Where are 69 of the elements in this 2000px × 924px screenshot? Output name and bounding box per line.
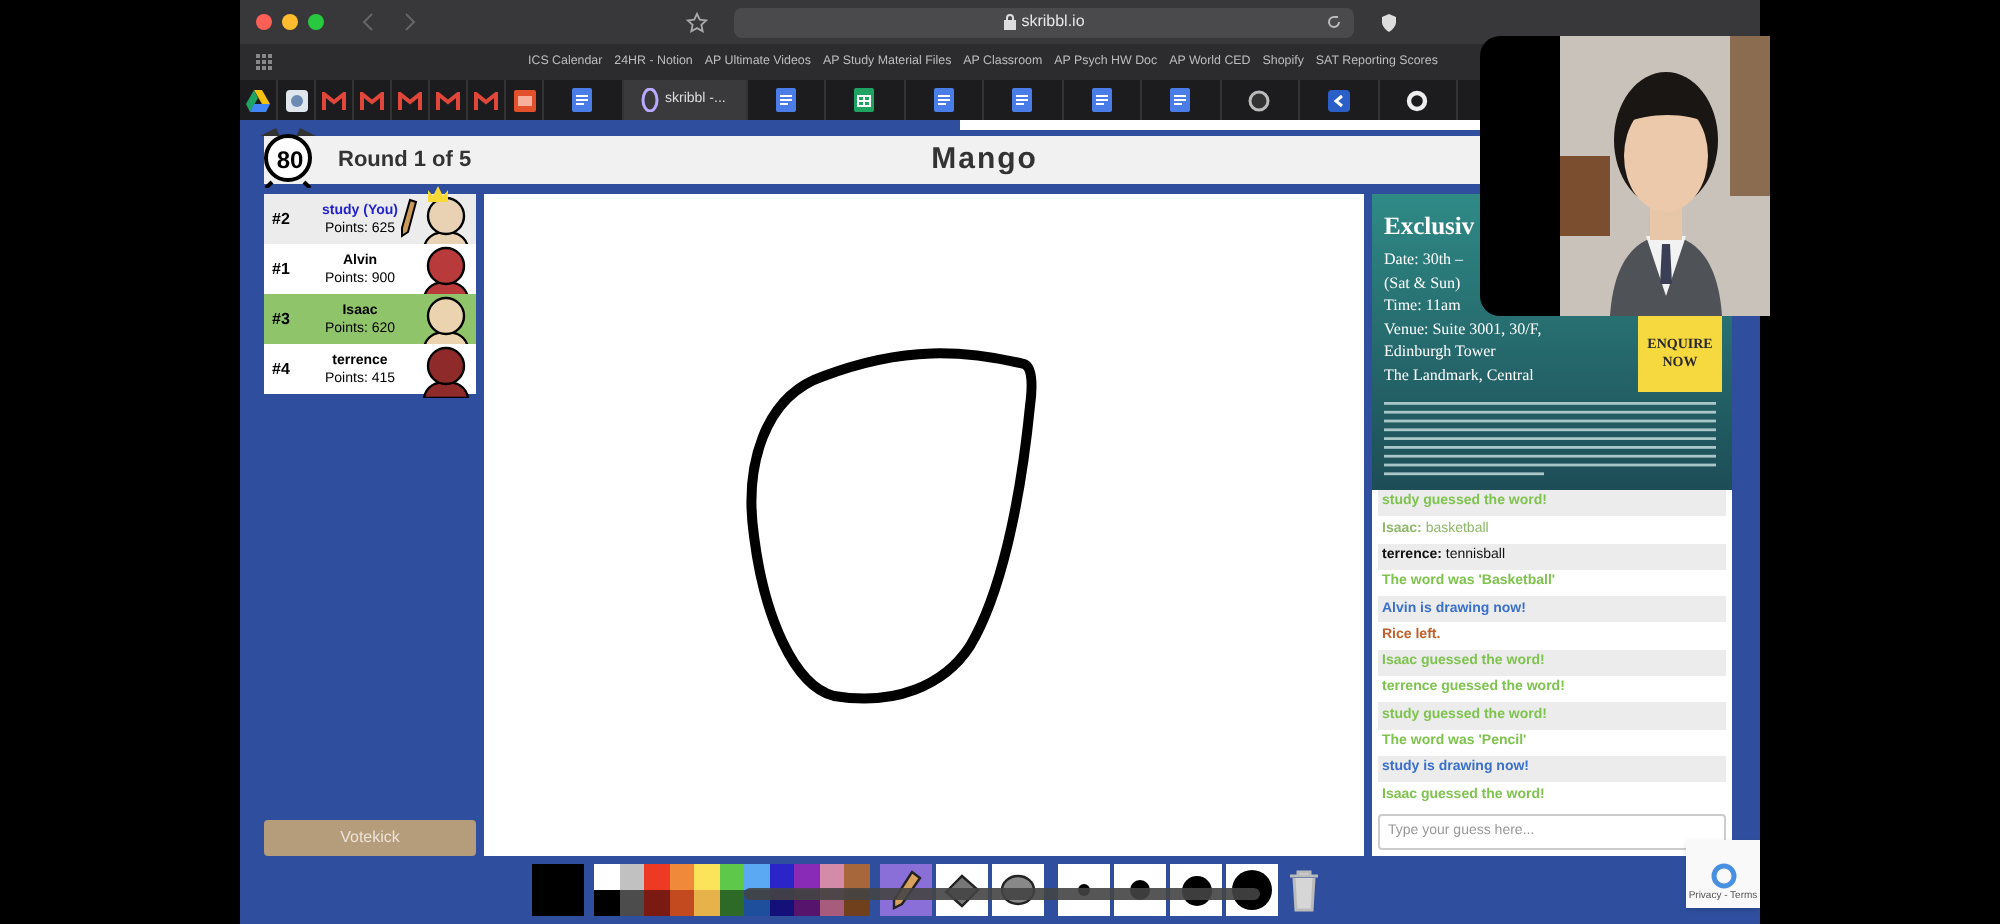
ad-text: (Sat & Sun) (1384, 271, 1461, 294)
document-icon (1012, 88, 1033, 112)
star-icon[interactable] (686, 11, 708, 33)
circle-icon (1248, 89, 1271, 111)
photo-icon (285, 89, 307, 111)
document-icon (775, 88, 796, 112)
trash-icon[interactable] (1288, 868, 1320, 912)
grid-icon[interactable] (256, 54, 272, 70)
ad-text: Edinburgh Tower (1384, 340, 1496, 363)
color-swatch[interactable] (644, 890, 670, 916)
drive-icon (246, 89, 270, 111)
color-swatch[interactable] (719, 890, 745, 916)
crown-icon (428, 186, 448, 202)
timer-text: 80 (276, 144, 304, 178)
document-icon (1091, 88, 1112, 112)
color-swatch[interactable] (719, 864, 745, 890)
search-engine-icon (1406, 89, 1429, 111)
color-swatch[interactable] (669, 890, 695, 916)
rank-text: #4 (270, 357, 292, 381)
app-icon (1327, 89, 1350, 111)
document-icon (933, 88, 954, 112)
color-swatch[interactable] (844, 864, 870, 890)
rank-text: #3 (270, 307, 292, 331)
document-icon (572, 88, 593, 112)
color-swatch[interactable] (594, 890, 620, 916)
browser-tab[interactable] (747, 80, 826, 120)
avatar-icon (420, 341, 472, 397)
browser-tab[interactable] (905, 80, 984, 120)
round-text: Round 1 of 5 (338, 145, 472, 176)
shield-icon[interactable] (1380, 11, 1398, 33)
lock-icon (1003, 14, 1016, 30)
minimize-icon[interactable] (282, 14, 298, 30)
mail-icon (436, 91, 460, 109)
url-text: skribbl.io (1021, 10, 1085, 34)
ad-text: The Landmark, Central (1384, 363, 1534, 386)
color-swatch[interactable] (644, 864, 670, 890)
color-swatch[interactable] (619, 864, 645, 890)
mail-icon (360, 91, 384, 109)
color-swatch[interactable] (694, 890, 720, 916)
word-text: Mango (931, 139, 1038, 180)
color-swatch[interactable] (669, 864, 695, 890)
recaptcha-icon (1709, 861, 1737, 889)
color-swatch[interactable] (619, 890, 645, 916)
slides-icon (513, 89, 535, 111)
back-icon[interactable] (362, 12, 374, 32)
ad-text: Time: 11am (1384, 294, 1461, 317)
address-bar[interactable]: skribbl.io (734, 7, 1354, 37)
color-swatch[interactable] (694, 864, 720, 890)
ad-text: Date: 30th – (1384, 248, 1464, 271)
color-swatch[interactable] (744, 864, 770, 890)
color-swatch[interactable] (794, 864, 820, 890)
mail-icon (322, 91, 346, 109)
mail-icon (474, 91, 498, 109)
rank-text: #2 (270, 207, 292, 231)
forward-icon[interactable] (404, 12, 416, 32)
reload-icon[interactable] (1326, 14, 1342, 30)
browser-tab[interactable] (1063, 80, 1142, 120)
ad-text: Venue: Suite 3001, 30/F, (1384, 317, 1542, 340)
browser-tab[interactable] (1221, 80, 1300, 120)
browser-tab[interactable] (1379, 80, 1458, 120)
mail-icon (398, 91, 422, 109)
close-icon[interactable] (256, 14, 272, 30)
document-icon (1170, 88, 1191, 112)
rank-text: #1 (270, 257, 292, 281)
maximize-icon[interactable] (308, 14, 324, 30)
color-swatch[interactable] (594, 864, 620, 890)
ad-title: Exclusiv (1384, 210, 1475, 244)
browser-tab[interactable] (240, 80, 278, 120)
spreadsheet-icon (854, 88, 875, 112)
